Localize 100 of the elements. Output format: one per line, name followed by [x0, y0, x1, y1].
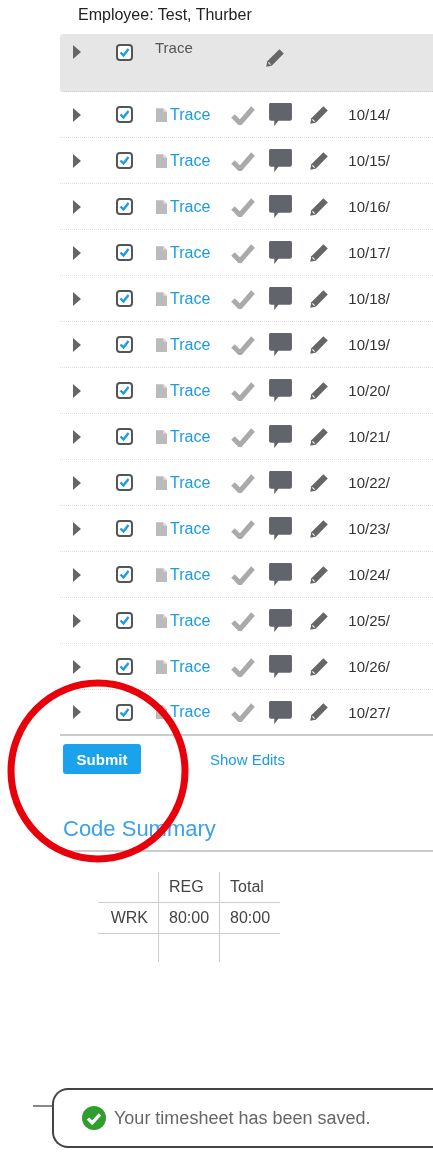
pencil-icon[interactable] [308, 655, 331, 678]
trace-link[interactable]: Trace [170, 657, 211, 676]
pencil-icon[interactable] [308, 103, 331, 126]
expand-arrow-icon[interactable] [73, 705, 81, 719]
expand-arrow-icon[interactable] [73, 613, 81, 628]
expand-arrow-icon[interactable] [73, 521, 81, 536]
pencil-icon[interactable] [308, 563, 331, 586]
pencil-icon[interactable] [308, 471, 331, 494]
trace-link[interactable]: Trace [170, 427, 211, 446]
submit-button[interactable]: Submit [63, 744, 141, 774]
date-cell: 10/18/ [348, 290, 391, 307]
pencil-icon[interactable] [308, 379, 331, 402]
pencil-icon[interactable] [308, 701, 331, 723]
checkmark-icon[interactable] [230, 196, 257, 217]
row-checkbox[interactable] [116, 474, 133, 491]
comment-icon[interactable] [268, 286, 294, 311]
trace-link[interactable]: Trace [170, 611, 211, 630]
pencil-icon[interactable] [308, 333, 331, 356]
trace-link[interactable]: Trace [170, 105, 211, 124]
trace-link[interactable]: Trace [170, 289, 211, 308]
comment-icon[interactable] [268, 102, 294, 127]
checkmark-icon[interactable] [230, 472, 257, 493]
pencil-icon[interactable] [308, 195, 331, 218]
checkmark-icon[interactable] [230, 150, 257, 171]
trace-link[interactable]: Trace [170, 703, 211, 721]
comment-icon[interactable] [268, 378, 294, 403]
expand-arrow-icon[interactable] [73, 567, 81, 582]
date-cell: 10/23/ [348, 520, 391, 537]
checkmark-icon[interactable] [230, 610, 257, 631]
employee-label: Employee: Test, Thurber [77, 5, 253, 25]
table-cell: 80:00 [230, 909, 271, 926]
row-checkbox[interactable] [116, 703, 133, 721]
trace-link[interactable]: Trace [170, 519, 211, 538]
checkmark-icon[interactable] [230, 380, 257, 401]
column-header: Total [230, 878, 264, 895]
comment-icon[interactable] [268, 699, 294, 725]
row-checkbox[interactable] [116, 152, 133, 169]
comment-icon[interactable] [268, 332, 294, 357]
row-checkbox[interactable] [116, 658, 133, 675]
pencil-icon[interactable] [308, 287, 331, 310]
trace-link[interactable]: Trace [170, 565, 211, 584]
expand-arrow-icon[interactable] [73, 659, 81, 674]
pencil-icon[interactable] [308, 609, 331, 632]
pencil-icon[interactable] [308, 241, 331, 264]
checkmark-icon[interactable] [230, 518, 257, 539]
document-icon [156, 337, 167, 352]
pencil-icon[interactable] [308, 517, 331, 540]
date-cell: 10/22/ [348, 474, 391, 491]
trace-link[interactable]: Trace [170, 243, 211, 262]
checkmark-icon[interactable] [230, 702, 257, 722]
expand-arrow-icon[interactable] [73, 45, 81, 59]
checkmark-icon[interactable] [230, 426, 257, 447]
row-checkbox[interactable] [116, 106, 133, 123]
row-checkbox[interactable] [116, 612, 133, 629]
checkmark-icon[interactable] [230, 242, 257, 263]
comment-icon[interactable] [268, 608, 294, 633]
select-all-checkbox[interactable] [116, 44, 133, 61]
trace-link[interactable]: Trace [170, 197, 211, 216]
expand-arrow-icon[interactable] [73, 291, 81, 306]
expand-arrow-icon[interactable] [73, 245, 81, 260]
comment-icon[interactable] [268, 194, 294, 219]
document-icon [156, 613, 167, 628]
pencil-icon[interactable] [308, 149, 331, 172]
comment-icon[interactable] [268, 470, 294, 495]
checkmark-icon[interactable] [230, 288, 257, 309]
checkmark-icon[interactable] [230, 564, 257, 585]
checkmark-icon[interactable] [230, 656, 257, 677]
trace-link[interactable]: Trace [170, 151, 211, 170]
expand-arrow-icon[interactable] [73, 337, 81, 352]
comment-icon[interactable] [268, 240, 294, 265]
expand-arrow-icon[interactable] [73, 107, 81, 122]
pencil-icon[interactable] [263, 47, 286, 69]
expand-arrow-icon[interactable] [73, 383, 81, 398]
row-checkbox[interactable] [116, 520, 133, 537]
row-checkbox[interactable] [116, 290, 133, 307]
row-checkbox[interactable] [116, 198, 133, 215]
expand-arrow-icon[interactable] [73, 429, 81, 444]
document-icon [156, 107, 167, 122]
comment-icon[interactable] [268, 424, 294, 449]
row-checkbox[interactable] [116, 244, 133, 261]
date-cell: 10/21/ [348, 428, 391, 445]
pencil-icon[interactable] [308, 425, 331, 448]
row-checkbox[interactable] [116, 382, 133, 399]
trace-link[interactable]: Trace [170, 335, 211, 354]
show-edits-link[interactable]: Show Edits [210, 750, 286, 768]
comment-icon[interactable] [268, 516, 294, 541]
comment-icon[interactable] [268, 562, 294, 587]
trace-link[interactable]: Trace [170, 473, 211, 492]
expand-arrow-icon[interactable] [73, 199, 81, 214]
row-checkbox[interactable] [116, 428, 133, 445]
checkmark-icon[interactable] [230, 334, 257, 355]
expand-arrow-icon[interactable] [73, 475, 81, 490]
comment-icon[interactable] [268, 148, 294, 173]
expand-arrow-icon[interactable] [73, 153, 81, 168]
comment-icon[interactable] [268, 654, 294, 679]
row-checkbox[interactable] [116, 566, 133, 583]
checkmark-icon[interactable] [230, 104, 257, 125]
date-cell: 10/19/ [348, 336, 391, 353]
trace-link[interactable]: Trace [170, 381, 211, 400]
row-checkbox[interactable] [116, 336, 133, 353]
